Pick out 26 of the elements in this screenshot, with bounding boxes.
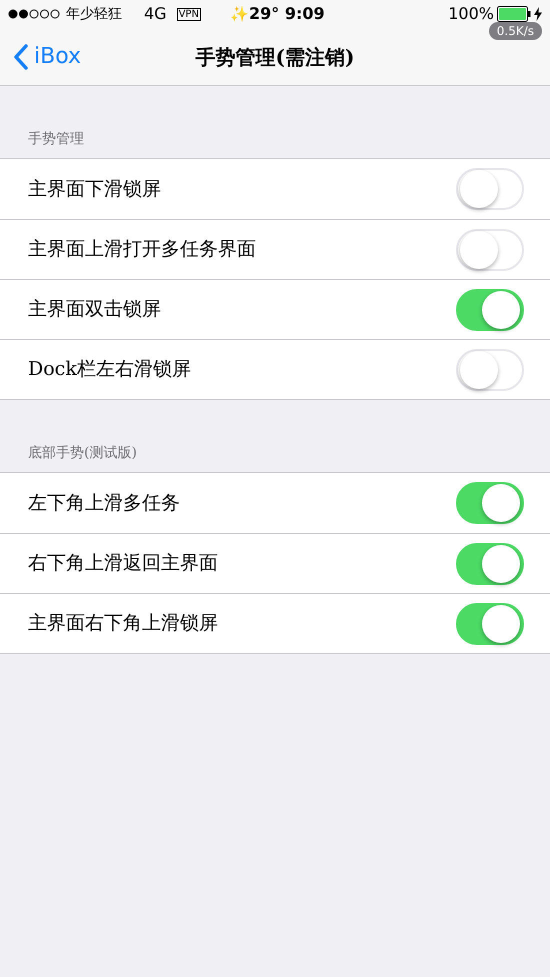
back-chevron-icon [14, 44, 28, 70]
setting-label: 主界面下滑锁屏 [28, 176, 161, 202]
setting-label: 主界面右下角上滑锁屏 [28, 611, 218, 636]
section-header: 底部手势(测试版) [28, 444, 137, 463]
setting-label: 左下角上滑多任务 [28, 490, 180, 516]
section-header: 手势管理 [28, 130, 84, 149]
setting-label: 右下角上滑返回主界面 [28, 551, 218, 576]
page-title: 手势管理(需注销) [196, 44, 354, 70]
network-speed-badge: 0.5K/s [488, 22, 542, 40]
toggle-switch[interactable] [456, 542, 524, 584]
network-type: 4G [144, 3, 167, 25]
vpn-indicator: VPN [176, 8, 201, 20]
setting-label: 主界面上滑打开多任务界面 [28, 237, 256, 262]
setting-label: Dock栏左右滑锁屏 [28, 357, 191, 382]
carrier-name: 年少轻狂 [66, 4, 122, 24]
charging-bolt-icon [534, 7, 542, 21]
back-button[interactable]: iBox [14, 40, 82, 73]
setting-label: 主界面双击锁屏 [28, 297, 161, 322]
toggle-switch[interactable] [456, 602, 524, 644]
weather-icon: ✨ [230, 2, 249, 26]
signal-strength-icon [8, 9, 60, 19]
battery-percentage: 100% [448, 3, 494, 25]
toggle-switch[interactable] [456, 288, 524, 330]
toggle-switch[interactable] [456, 482, 524, 524]
status-time: 29° 9:09 [249, 3, 325, 25]
battery-icon [497, 6, 531, 22]
